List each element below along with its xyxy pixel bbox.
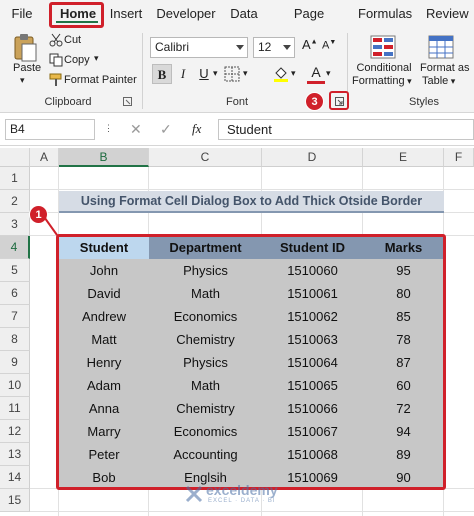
chevron-down-icon[interactable] [236, 45, 244, 50]
paste-label[interactable]: Paste [13, 62, 41, 74]
copy-dropdown-icon[interactable]: ▾ [94, 53, 99, 64]
cut-label[interactable]: Cut [64, 34, 81, 46]
format-as-table-icon[interactable] [428, 35, 454, 59]
row-header-11[interactable]: 11 [0, 397, 30, 420]
italic-button[interactable]: I [173, 64, 193, 84]
row-header-7[interactable]: 7 [0, 305, 30, 328]
row-header-14[interactable]: 14 [0, 466, 30, 489]
row-header-10[interactable]: 10 [0, 374, 30, 397]
row-header-12[interactable]: 12 [0, 420, 30, 443]
row-header-9[interactable]: 9 [0, 351, 30, 374]
watermark-tagline: EXCEL · DATA · BI [208, 498, 276, 504]
watermark-brand: exceldemy [206, 482, 278, 498]
font-group-label: Font [225, 96, 248, 108]
select-all-corner[interactable] [0, 148, 30, 167]
formula-input[interactable]: Student [218, 119, 474, 140]
formula-bar: B4 ⋮ ✕ ✓ fx Student [0, 113, 474, 146]
font-name-value: Calibri [155, 40, 190, 54]
row-header-1[interactable]: 1 [0, 167, 30, 190]
exceldemy-logo-icon [185, 485, 203, 503]
fill-color-icon[interactable] [272, 65, 290, 83]
row-header-13[interactable]: 13 [0, 443, 30, 466]
column-header-a[interactable]: A [30, 148, 59, 167]
styles-group-label: Styles [409, 96, 439, 108]
font-name-combo[interactable]: Calibri [150, 37, 248, 58]
enter-icon[interactable]: ✓ [160, 121, 172, 138]
copy-label[interactable]: Copy [64, 54, 90, 66]
cancel-icon[interactable]: ✕ [130, 121, 142, 138]
increase-font-size-icon[interactable]: A▲ [302, 37, 318, 52]
format-painter-icon[interactable] [49, 73, 63, 87]
tab-formulas[interactable]: Formulas [358, 0, 412, 29]
clipboard-group-label: Clipboard [44, 96, 92, 108]
conditional-formatting-label-line1[interactable]: Conditional [356, 62, 412, 74]
column-header-d[interactable]: D [262, 148, 363, 167]
borders-icon[interactable] [224, 66, 242, 82]
underline-dropdown-icon[interactable]: ▾ [213, 68, 218, 79]
ribbon: Paste ▾ Cut Copy ▾ Format Painter Clipbo… [0, 29, 474, 113]
row-header-5[interactable]: 5 [0, 259, 30, 282]
column-header-f[interactable]: F [444, 148, 474, 167]
gridline [30, 189, 474, 190]
row-header-4[interactable]: 4 [0, 236, 30, 259]
font-size-combo[interactable]: 12 [253, 37, 295, 58]
font-color-swatch [307, 81, 325, 84]
fill-color-dropdown-icon[interactable]: ▾ [291, 68, 296, 79]
scissors-icon[interactable] [49, 33, 63, 47]
column-header-c[interactable]: C [149, 148, 262, 167]
paste-icon[interactable] [12, 33, 38, 63]
bold-button[interactable]: B [152, 64, 172, 84]
underline-button[interactable]: U [194, 64, 214, 84]
row-header-6[interactable]: 6 [0, 282, 30, 305]
row-header-15[interactable]: 15 [0, 489, 30, 512]
font-color-dropdown-icon[interactable]: ▾ [326, 68, 331, 79]
chevron-down-icon[interactable]: ▾ [448, 76, 456, 86]
copy-icon[interactable] [49, 53, 63, 67]
name-box[interactable]: B4 [5, 119, 95, 140]
exceldemy-watermark: exceldemy EXCEL · DATA · BI [184, 482, 304, 508]
chevron-down-icon[interactable] [283, 45, 291, 50]
column-header-e[interactable]: E [363, 148, 444, 167]
borders-dropdown-icon[interactable]: ▾ [243, 68, 248, 79]
step-badge-3: 3 [305, 92, 324, 111]
row-header-3[interactable]: 3 [0, 213, 30, 236]
step-1-pointer [41, 213, 58, 236]
font-size-value: 12 [258, 40, 272, 54]
gridline [30, 511, 474, 512]
conditional-formatting-label-line2[interactable]: Formatting ▾ [352, 75, 412, 87]
group-separator [142, 33, 143, 109]
tab-data[interactable]: Data [228, 0, 260, 29]
paste-dropdown-icon[interactable]: ▾ [20, 75, 25, 86]
insert-function-button[interactable]: fx [192, 121, 201, 137]
sheet-title[interactable]: Using Format Cell Dialog Box to Add Thic… [59, 191, 444, 213]
format-painter-label[interactable]: Format Painter [64, 74, 137, 86]
row-header-2[interactable]: 2 [0, 190, 30, 213]
font-color-button[interactable]: A [306, 62, 326, 82]
column-header-b[interactable]: B [59, 148, 149, 167]
font-launcher-highlight [329, 91, 349, 110]
tab-page-layout[interactable]: Page Layout [274, 0, 344, 48]
name-box-dropdown-icon[interactable]: ⋮ [104, 123, 113, 134]
decrease-font-size-icon[interactable]: A▼ [322, 39, 336, 52]
home-tab-highlight [49, 2, 104, 28]
clipboard-launcher-icon[interactable] [123, 97, 132, 106]
format-as-table-label-line2[interactable]: Table ▾ [422, 75, 455, 87]
tab-insert[interactable]: Insert [108, 0, 144, 29]
chevron-down-icon[interactable]: ▾ [405, 76, 412, 86]
table-range-highlight [56, 234, 446, 490]
tab-file[interactable]: File [8, 0, 36, 29]
tab-developer[interactable]: Developer [156, 0, 216, 29]
conditional-formatting-icon[interactable] [370, 35, 396, 59]
tab-review[interactable]: Review [426, 0, 469, 29]
row-header-8[interactable]: 8 [0, 328, 30, 351]
format-as-table-label-line1[interactable]: Format as [420, 62, 470, 74]
